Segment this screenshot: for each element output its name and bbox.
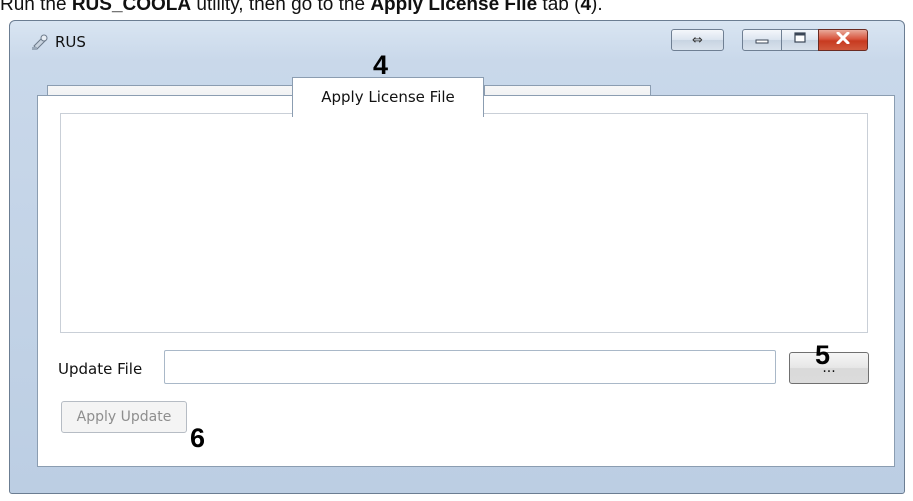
- tab-name: Apply License File: [370, 0, 538, 15]
- minimize-icon: [755, 33, 769, 48]
- instruction-middle: utility, then go to the: [191, 0, 371, 15]
- apply-license-panel: Update File ... Apply Update: [37, 95, 895, 467]
- instruction-prefix: Run the: [0, 0, 72, 15]
- step-marker-5: 5: [815, 340, 831, 370]
- swap-icon: ⇔: [692, 32, 703, 48]
- window-title: RUS: [55, 33, 86, 51]
- close-button[interactable]: [818, 29, 868, 51]
- instruction-text: Run the RUS_COOLA utility, then go to th…: [0, 0, 913, 16]
- apply-update-button[interactable]: Apply Update: [61, 401, 187, 433]
- maximize-button[interactable]: [781, 29, 819, 51]
- instruction-suffix-open: tab (: [537, 0, 581, 15]
- instruction-step-ref: 4: [580, 0, 592, 15]
- swap-button[interactable]: ⇔: [671, 29, 724, 51]
- tab-apply-license-file[interactable]: Apply License File: [292, 77, 484, 117]
- step-marker-4: 4: [373, 50, 389, 80]
- maximize-icon: [793, 32, 807, 48]
- license-log-area[interactable]: [60, 113, 868, 333]
- title-bar[interactable]: RUS ⇔: [10, 21, 904, 65]
- update-file-label: Update File: [58, 360, 143, 378]
- minimize-button[interactable]: [742, 29, 782, 51]
- utility-name: RUS_COOLA: [71, 0, 192, 15]
- update-file-input[interactable]: [164, 350, 776, 384]
- step-marker-6: 6: [190, 423, 206, 453]
- instruction-suffix-close: ).: [591, 0, 603, 15]
- close-icon: [836, 31, 850, 48]
- app-icon: [30, 32, 50, 52]
